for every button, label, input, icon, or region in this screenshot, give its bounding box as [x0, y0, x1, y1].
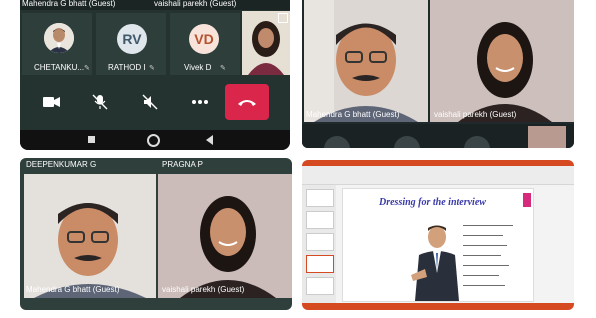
tile-name-vaishali-2: vaishali parekh (Guest) [162, 285, 245, 294]
tile-name-mahendra-2: Mahendra G bhatt (Guest) [26, 285, 120, 294]
bullet-line [463, 285, 505, 286]
video-tile-vaishali-2[interactable]: vaishali parekh (Guest) [158, 174, 292, 298]
end-call-icon [238, 100, 256, 106]
woman-video-icon [158, 174, 292, 298]
pink-marker [523, 193, 531, 207]
slide-thumbnail[interactable] [306, 277, 334, 295]
mic-off-icon [92, 94, 108, 110]
slide-thumbnail-active[interactable] [306, 255, 334, 273]
slide-thumbnail[interactable] [306, 211, 334, 229]
ppt-ribbon [302, 166, 574, 185]
more-options-button[interactable] [180, 88, 220, 116]
home-nav-icon[interactable] [147, 134, 160, 147]
android-nav-bar [20, 130, 290, 150]
avatar-photo [44, 23, 74, 53]
presentation-panel: Dressing for the interview [302, 160, 574, 310]
ppt-status-bar [302, 303, 574, 310]
end-call-button[interactable] [225, 84, 269, 120]
speaker-toggle-button[interactable] [130, 88, 170, 116]
call-panel-top-left: Mahendra G bhatt (Guest) vaishali parekh… [20, 0, 290, 150]
camera-icon [43, 97, 60, 107]
tile-name-mahendra: Mahendra G bhatt (Guest) [306, 110, 400, 119]
mic-muted-icon: ✎ [220, 65, 226, 72]
mic-muted-icon: ✎ [149, 65, 155, 72]
man-video-icon [304, 0, 428, 122]
header-name-pragna: PRAGNA P [162, 160, 203, 169]
participant-name-2: RATHOD I [108, 63, 146, 72]
tile-name-vaishali: vaishali parekh (Guest) [434, 110, 517, 119]
slide-title: Dressing for the interview [379, 197, 486, 208]
participant-tile-2[interactable]: RV RATHOD I ✎ [96, 13, 166, 75]
video-tile-mahendra-2[interactable]: Mahendra G bhatt (Guest) [24, 174, 156, 298]
participant-name-3: Vivek D [184, 63, 212, 72]
header-name-2: vaishali parekh (Guest) [154, 0, 237, 8]
avatar-initials-2: RV [117, 24, 147, 54]
woman-video-icon [430, 0, 574, 122]
slide-thumbnails-pane [302, 185, 336, 303]
bottom-controls-strip [302, 124, 574, 148]
more-icon [192, 100, 208, 104]
video-tile-vaishali[interactable]: vaishali parekh (Guest) [430, 0, 574, 122]
man-video-icon [24, 174, 156, 298]
bullet-line [463, 235, 503, 236]
bullet-line [463, 225, 513, 226]
self-video-tile[interactable] [242, 11, 290, 75]
slide-thumbnail[interactable] [306, 233, 334, 251]
camera-button[interactable] [32, 88, 72, 116]
back-nav-icon[interactable] [206, 135, 213, 145]
bullet-line [463, 255, 501, 256]
participant-name-1: CHETANKU... [34, 63, 85, 72]
mic-toggle-button[interactable] [80, 88, 120, 116]
mic-muted-icon: ✎ [84, 65, 90, 72]
slide-canvas[interactable]: Dressing for the interview [342, 188, 534, 302]
avatar-initials-3: VD [189, 24, 219, 54]
call-panel-top-right: Mahendra G bhatt (Guest) vaishali parekh… [302, 0, 574, 148]
bullet-line [463, 245, 507, 246]
businessman-image [411, 225, 459, 301]
header-name-deepen: DEEPENKUMAR G [26, 160, 97, 169]
header-name-1: Mahendra G bhatt (Guest) [22, 0, 116, 8]
participant-tile-3[interactable]: VD Vivek D ✎ [170, 13, 240, 75]
person-photo-icon [44, 23, 74, 53]
slide-thumbnail[interactable] [306, 189, 334, 207]
self-preview[interactable] [528, 126, 566, 148]
video-tile-mahendra[interactable]: Mahendra G bhatt (Guest) [304, 0, 428, 122]
call-panel-bottom-left: DEEPENKUMAR G PRAGNA P Mahendra G bhatt … [20, 158, 292, 310]
participant-tile-1[interactable]: CHETANKU... ✎ [22, 13, 92, 75]
recents-nav-icon[interactable] [88, 136, 95, 143]
expand-icon[interactable] [278, 13, 288, 23]
control-circle-3[interactable] [464, 136, 490, 148]
speaker-off-icon [142, 94, 158, 110]
bullet-line [463, 275, 499, 276]
control-circle-1[interactable] [324, 136, 350, 148]
control-circle-2[interactable] [394, 136, 420, 148]
bullet-line [463, 265, 509, 266]
